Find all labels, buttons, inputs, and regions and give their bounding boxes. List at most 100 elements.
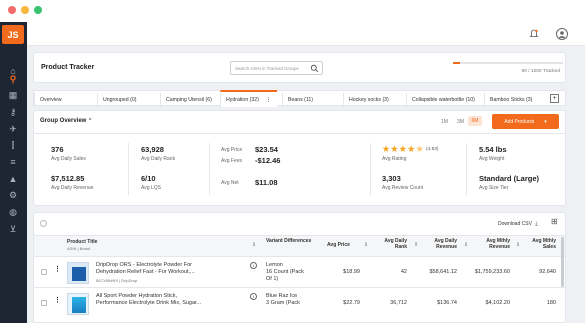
sort-icon[interactable]: ⇕ [464, 242, 468, 248]
avg-daily-sales-value: 376 [51, 145, 64, 154]
rating-stars: (4.53) [382, 145, 439, 153]
chevron-down-icon: ▾ [544, 118, 547, 125]
product-tracker-search-icon[interactable]: ⚲ [7, 74, 19, 84]
star-icon [390, 145, 398, 152]
list-icon[interactable]: ≡ [7, 157, 19, 167]
sort-icon[interactable]: ⇕ [516, 242, 520, 248]
sort-icon[interactable]: ⇕ [252, 242, 256, 248]
group-overview-title[interactable]: Group Overview ⌃ [40, 118, 92, 124]
avg-rating-label: Avg Rating [382, 156, 407, 162]
chevron-up-icon[interactable]: ⌃ [88, 118, 92, 124]
row-checkbox[interactable] [41, 300, 47, 306]
select-all-checkbox[interactable] [40, 220, 47, 227]
variant-line1: Blue Raz Ice [266, 293, 298, 299]
avg-daily-revenue-value: $7,512.85 [51, 174, 85, 183]
jungle-scout-logo[interactable]: JS [2, 25, 24, 44]
col-avg-mthly-revenue[interactable]: Avg Mthly Revenue [474, 238, 510, 250]
range-3m[interactable]: 3M [457, 119, 464, 125]
avg-mthly-revenue-cell: $4,102.20 [485, 300, 510, 306]
row-checkbox[interactable] [41, 269, 47, 275]
chart-icon[interactable]: ⫿ [7, 140, 19, 150]
avg-mthly-sales-cell: 180 [546, 300, 556, 306]
tab-bamboo-sticks[interactable]: Bamboo Sticks (3) [484, 93, 548, 107]
product-title-line1[interactable]: DripDrop ORS - Electrolyte Powder For [96, 262, 192, 268]
key-icon[interactable]: ⚷ [7, 107, 19, 117]
tracked-progress-fill [453, 62, 460, 64]
range-1m[interactable]: 1M [441, 119, 448, 125]
minimize-window-dot[interactable] [21, 6, 29, 14]
database-icon[interactable]: ▦ [7, 90, 19, 100]
product-title-line2[interactable]: Performance Electrolyte Drink Mix, Sugar… [96, 300, 201, 306]
table-row[interactable]: ⋮ All Sport Powder Hydration Stick, Perf… [34, 289, 565, 323]
avg-price-cell: $22.79 [343, 300, 360, 306]
add-group-icon[interactable]: + [550, 94, 559, 103]
tab-overview[interactable]: Overview [34, 93, 94, 107]
avg-lqs-value: 6/10 [141, 174, 156, 183]
tab-hydration-label: Hydration (32) [226, 96, 259, 103]
tab-ungrouped[interactable]: Ungrouped (0) [97, 93, 162, 107]
avg-daily-rank-cell: 36,712 [390, 300, 407, 306]
product-title-line1[interactable]: All Sport Powder Hydration Stick, [96, 293, 177, 299]
avg-price-value: $23.54 [255, 145, 278, 154]
app-window: JS ⌂ ⚲ ▦ ⚷ ✈ ⫿ ≡ ▲ ⚙ ◍ ⊻ Product Tracker… [0, 0, 585, 323]
variant-line3: Of 1) [266, 276, 279, 282]
notification-bell-icon[interactable] [529, 29, 539, 39]
col-variant-differences[interactable]: Variant Differences [266, 238, 316, 244]
variant-line2: 3 Gram (Pack [266, 300, 300, 306]
product-image [67, 293, 89, 315]
tab-beans[interactable]: Beans (11) [282, 93, 342, 107]
col-avg-price[interactable]: Avg Price [327, 242, 350, 248]
search-icon[interactable] [310, 64, 319, 73]
search-input[interactable]: Search ASIN in Tracked Groups [230, 61, 323, 75]
group-overview-card: Group Overview ⌃ 1M 3M 6M Add Products ▾… [33, 110, 566, 206]
window-titlebar [0, 0, 585, 22]
table-settings-icon[interactable]: ⊞ [551, 217, 560, 227]
col-avg-daily-revenue[interactable]: Avg Daily Revenue [427, 238, 457, 250]
info-icon[interactable]: i [250, 262, 257, 269]
avg-daily-revenue-cell: $136.74 [437, 300, 457, 306]
table-scrollbar[interactable] [561, 237, 564, 287]
user-avatar-icon[interactable] [556, 28, 568, 40]
cart-icon[interactable]: ⊻ [7, 224, 19, 234]
info-icon[interactable]: i [250, 293, 257, 300]
megaphone-icon[interactable]: ✈ [7, 124, 19, 134]
tab-hydration[interactable]: Hydration (32) ⋮ [220, 90, 277, 107]
tools-icon[interactable]: ⚙ [7, 190, 19, 200]
avg-size-tier-value: Standard (Large) [479, 174, 540, 183]
download-icon: ⤓ [535, 221, 538, 227]
product-title-line2[interactable]: Dehydration Relief Fast - For Workout,..… [96, 269, 195, 275]
col-avg-daily-rank[interactable]: Avg Daily Rank [377, 238, 407, 250]
search-placeholder: Search ASIN in Tracked Groups [235, 66, 299, 71]
row-menu-icon[interactable]: ⋮ [54, 265, 61, 273]
variant-line2: 16 Count (Pack [266, 269, 304, 275]
download-csv-button[interactable]: Download CSV ⤓ [498, 221, 538, 227]
top-bar [0, 22, 585, 46]
maximize-window-dot[interactable] [34, 6, 42, 14]
star-icon [407, 145, 415, 152]
tab-hockey-socks[interactable]: Hockey socks (3) [343, 93, 405, 107]
col-product-title-sub: ASIN | Brand [67, 246, 91, 251]
table-row[interactable]: ⋮ DripDrop ORS - Electrolyte Powder For … [34, 258, 565, 288]
rating-value: (4.53) [426, 146, 439, 152]
avg-lqs-label: Avg LQS [141, 185, 161, 191]
divider [466, 143, 467, 195]
variant-line1: Lemon [266, 262, 283, 268]
tab-camping-utensil[interactable]: Camping Utensil (6) [160, 93, 220, 107]
sort-icon[interactable]: ⇕ [364, 242, 368, 248]
star-icon [399, 145, 407, 152]
sort-icon[interactable]: ⇕ [414, 242, 418, 248]
col-avg-mthly-sales[interactable]: Avg Mthly Sales [526, 238, 556, 250]
globe-icon[interactable]: ◍ [7, 207, 19, 217]
avg-daily-sales-label: Avg Daily Sales [51, 156, 86, 162]
row-menu-icon[interactable]: ⋮ [54, 296, 61, 304]
tracked-progress-bar [453, 62, 563, 64]
tab-more-vertical-icon[interactable]: ⋮ [266, 97, 271, 103]
avg-daily-rank-label: Avg Daily Rank [141, 156, 176, 162]
tab-collapsible-waterbottle[interactable]: Collapsible waterbottle (10) [406, 93, 483, 107]
close-window-dot[interactable] [8, 6, 16, 14]
academy-icon[interactable]: ▲ [7, 174, 19, 184]
add-products-button[interactable]: Add Products ▾ [492, 114, 559, 129]
col-product-title[interactable]: Product Title [67, 239, 97, 245]
range-6m[interactable]: 6M [468, 116, 482, 126]
avg-price-label: Avg Price [221, 147, 243, 153]
